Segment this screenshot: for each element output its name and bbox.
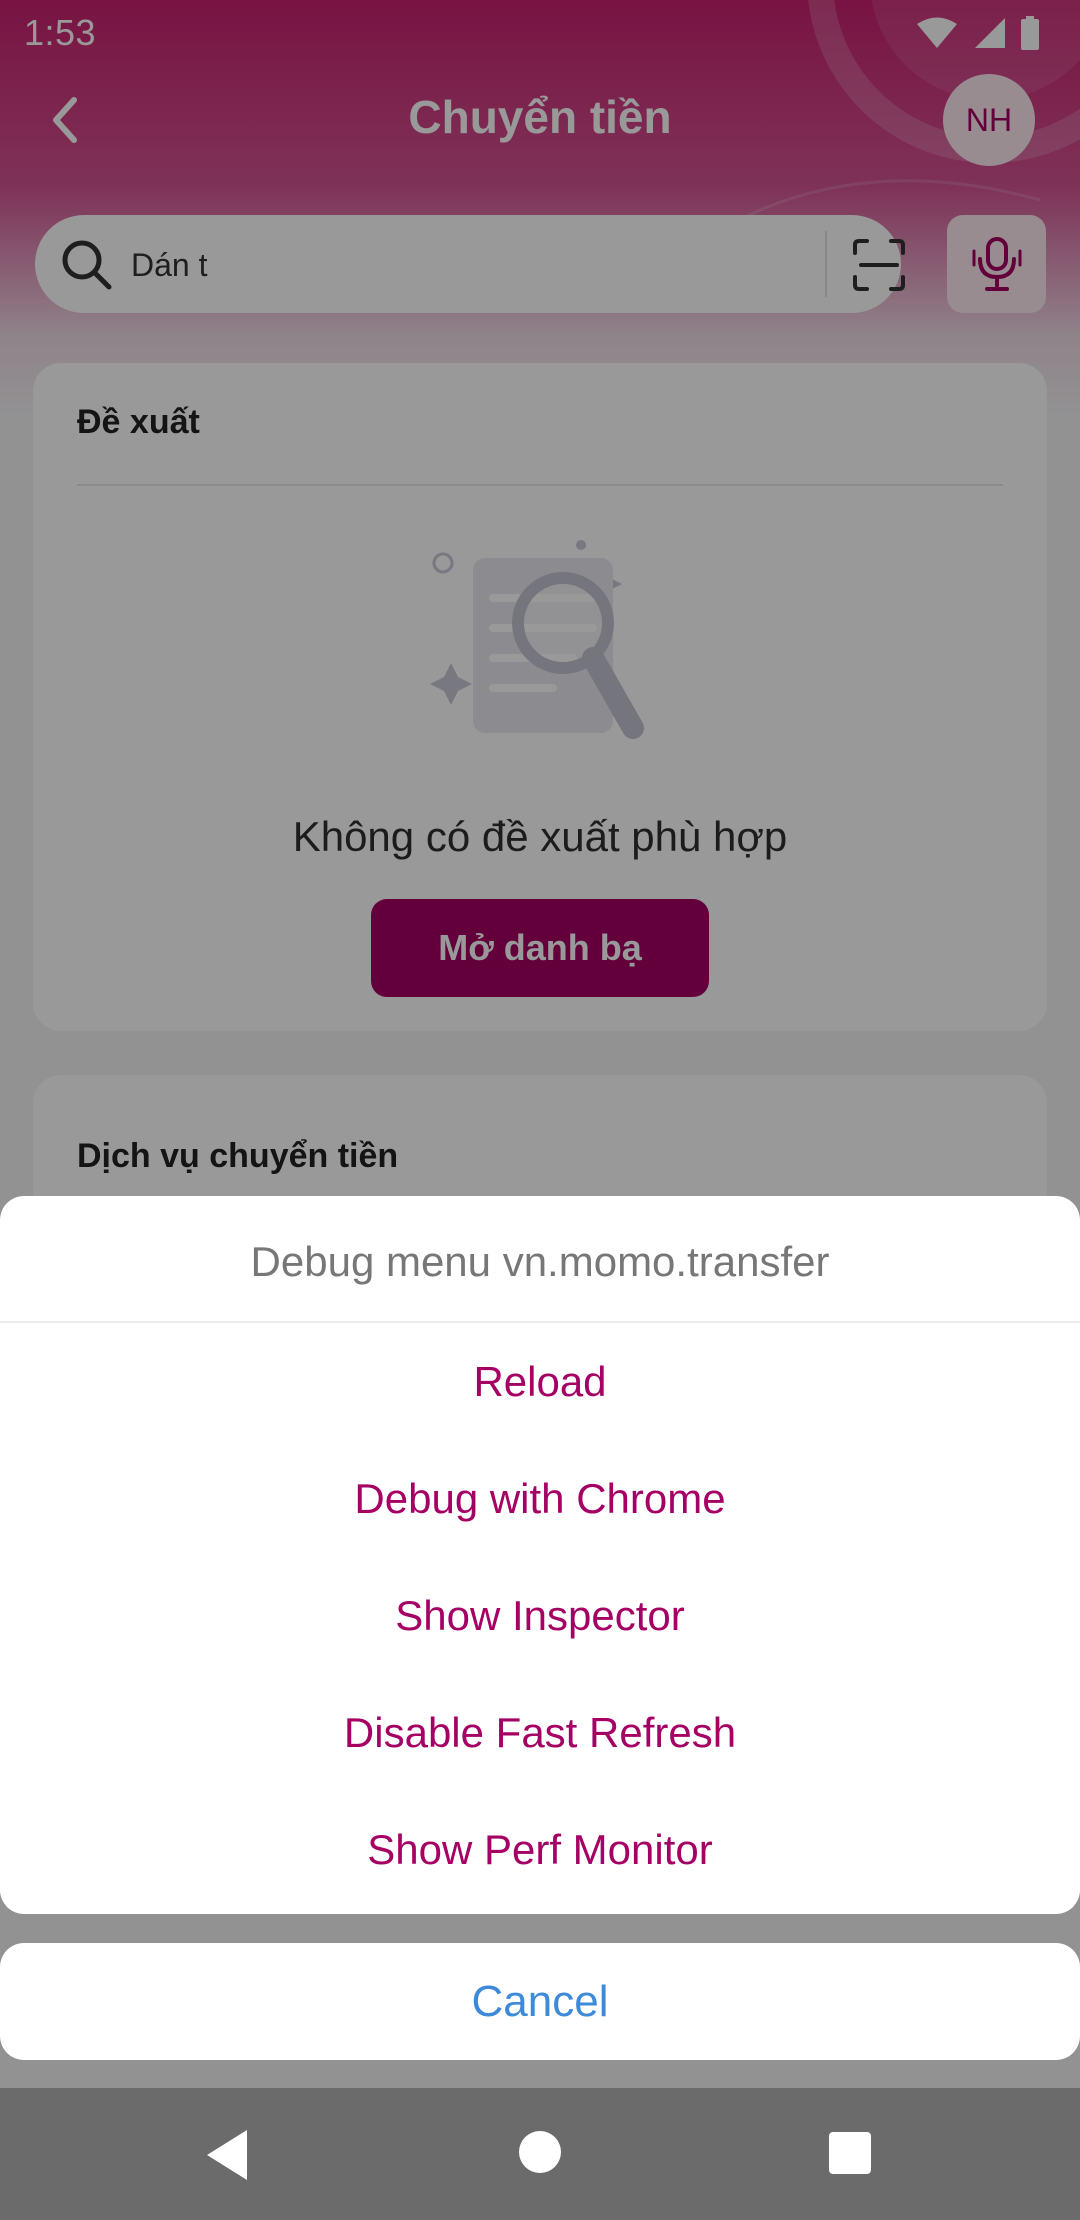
nav-home-icon[interactable] (519, 2131, 561, 2173)
debug-menu-title: Debug menu vn.momo.transfer (0, 1196, 1080, 1323)
debug-with-chrome-menu-item[interactable]: Debug with Chrome (0, 1440, 1080, 1557)
disable-fast-refresh-menu-item[interactable]: Disable Fast Refresh (0, 1674, 1080, 1791)
debug-menu-sheet: Debug menu vn.momo.transfer Reload Debug… (0, 1196, 1080, 1914)
system-navigation-bar (0, 2088, 1080, 2220)
show-perf-monitor-menu-item[interactable]: Show Perf Monitor (0, 1791, 1080, 1908)
reload-menu-item[interactable]: Reload (0, 1323, 1080, 1440)
cancel-button[interactable]: Cancel (0, 1943, 1080, 2060)
nav-back-icon[interactable] (203, 2128, 253, 2182)
nav-recents-icon[interactable] (829, 2132, 871, 2174)
show-inspector-menu-item[interactable]: Show Inspector (0, 1557, 1080, 1674)
